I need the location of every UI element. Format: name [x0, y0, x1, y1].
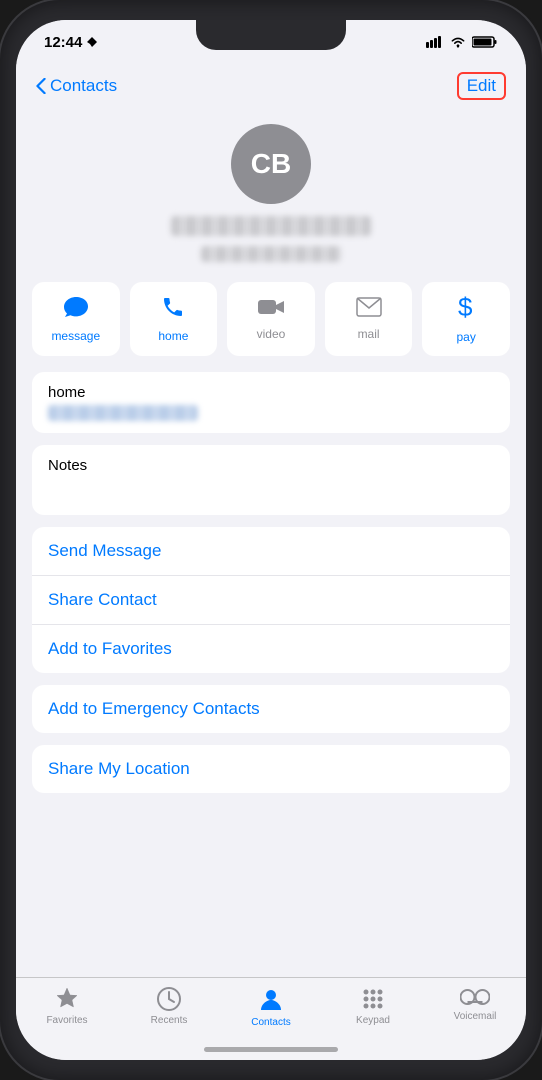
phone-frame: 12:44 [0, 0, 542, 1080]
phone-handset-icon [161, 295, 185, 319]
pay-button[interactable]: $ pay [422, 282, 510, 356]
tab-favorites[interactable]: Favorites [16, 986, 118, 1026]
pay-icon: $ [456, 294, 476, 326]
scroll-content: CB message [16, 108, 526, 977]
mail-label: mail [358, 327, 380, 341]
action-group-1: Send Message Share Contact Add to Favori… [32, 527, 510, 673]
phone-number [48, 405, 198, 421]
share-location-item[interactable]: Share My Location [32, 745, 510, 793]
action-group-2: Add to Emergency Contacts [32, 685, 510, 733]
envelope-icon [356, 297, 382, 317]
wifi-icon [450, 36, 466, 48]
mail-button[interactable]: mail [325, 282, 413, 356]
edit-button[interactable]: Edit [457, 72, 506, 100]
contacts-person-icon [257, 986, 285, 1014]
phone-icon [161, 295, 185, 325]
message-label: message [51, 329, 100, 343]
contacts-tab-label: Contacts [251, 1017, 290, 1028]
keypad-tab-label: Keypad [356, 1015, 390, 1026]
location-arrow-icon [86, 36, 98, 48]
phone-type-label: home [48, 384, 494, 401]
svg-text:$: $ [458, 294, 473, 320]
voicemail-tab-label: Voicemail [454, 1011, 497, 1022]
tab-keypad[interactable]: Keypad [322, 986, 424, 1026]
message-icon [63, 295, 89, 325]
star-icon [53, 986, 81, 1012]
signal-icon [426, 36, 444, 48]
home-indicator [204, 1047, 338, 1052]
avatar: CB [231, 124, 311, 204]
add-to-favorites-item[interactable]: Add to Favorites [32, 625, 510, 673]
recents-tab-label: Recents [151, 1015, 188, 1026]
chat-bubble-icon [63, 295, 89, 319]
contact-name [171, 216, 371, 236]
phone-info-card: home [32, 372, 510, 433]
notes-row: Notes [32, 445, 510, 515]
action-buttons-row: message home [16, 282, 526, 372]
add-emergency-item[interactable]: Add to Emergency Contacts [32, 685, 510, 733]
back-button[interactable]: Contacts [36, 76, 117, 96]
clock-icon [156, 986, 182, 1012]
mail-icon [356, 297, 382, 323]
video-button[interactable]: video [227, 282, 315, 356]
notes-label: Notes [48, 457, 494, 474]
status-time: 12:44 [44, 34, 98, 51]
back-arrow-icon [36, 78, 46, 94]
send-message-item[interactable]: Send Message [32, 527, 510, 576]
tab-contacts[interactable]: Contacts [220, 986, 322, 1028]
home-label: home [158, 329, 188, 343]
share-contact-item[interactable]: Share Contact [32, 576, 510, 625]
action-group-3: Share My Location [32, 745, 510, 793]
favorites-tab-label: Favorites [46, 1015, 87, 1026]
pay-label: pay [456, 330, 475, 344]
status-icons [426, 36, 498, 48]
notch [196, 20, 346, 50]
phone-info-row: home [32, 372, 510, 433]
video-icon [257, 297, 285, 323]
dollar-sign-icon: $ [456, 294, 476, 320]
voicemail-icon [460, 986, 490, 1008]
tab-recents[interactable]: Recents [118, 986, 220, 1026]
video-label: video [257, 327, 286, 341]
phone-screen: 12:44 [16, 20, 526, 1060]
video-camera-icon [257, 297, 285, 317]
notes-card: Notes [32, 445, 510, 515]
contact-subtitle [201, 246, 341, 262]
tab-voicemail[interactable]: Voicemail [424, 986, 526, 1022]
keypad-icon [360, 986, 386, 1012]
battery-icon [472, 36, 498, 48]
message-button[interactable]: message [32, 282, 120, 356]
contact-header: CB [16, 108, 526, 282]
nav-bar: Contacts Edit [16, 64, 526, 108]
call-button[interactable]: home [130, 282, 218, 356]
